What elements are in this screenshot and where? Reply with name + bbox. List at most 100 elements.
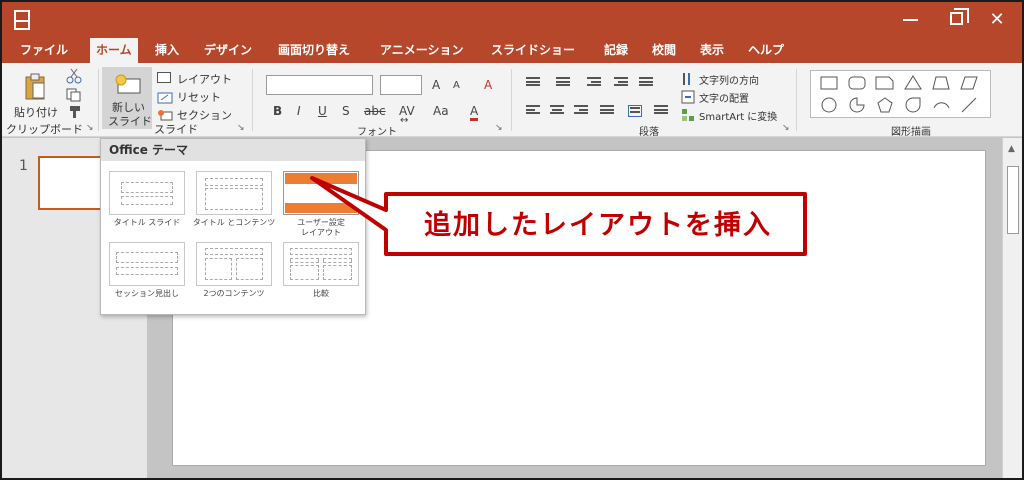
text-direction-icon [681,71,695,90]
slide-number: 1 [19,158,28,174]
font-color-button[interactable]: A [470,104,479,121]
convert-smartart-button[interactable]: SmartArt に変換 [699,108,777,123]
layout-section-header[interactable] [109,242,185,286]
callout-text: 追加したレイアウトを挿入 [424,210,772,241]
vertical-scrollbar[interactable]: ▲ [1002,138,1022,478]
divider [252,69,253,131]
align-left-icon[interactable] [526,105,540,117]
increase-indent-icon[interactable] [614,77,628,89]
new-slide-icon [115,74,141,94]
dropdown-header: Office テーマ [101,139,365,161]
align-text-icon [681,89,695,108]
slides-group-label: スライド [154,123,198,136]
columns-icon[interactable] [628,105,642,117]
scroll-thumb[interactable] [1007,166,1019,234]
bold-button[interactable]: B [273,104,282,118]
layout-name: 2つのコンテンツ [203,289,265,298]
indent-markers-icon[interactable] [654,105,668,117]
tab-review[interactable]: 校閲 [652,38,676,63]
shapes-gallery[interactable] [810,70,1008,118]
grow-font-button[interactable]: A [432,78,440,92]
scroll-up-icon[interactable]: ▲ [1008,144,1015,154]
layout-button[interactable]: レイアウト [177,71,232,87]
layout-two-content[interactable] [196,242,272,286]
divider [796,69,797,131]
shapes-gallery-icons [820,75,978,113]
line-spacing-icon[interactable] [639,77,653,89]
restore-button[interactable] [942,8,972,32]
layout-name: セッション見出し [115,289,179,298]
tab-home[interactable]: ホーム [90,38,138,63]
layout-name: タイトル とコンテンツ [192,218,276,227]
slides-icon [14,10,30,30]
align-center-icon[interactable] [550,105,564,117]
change-case-button[interactable]: Aa [433,104,449,118]
cut-button[interactable] [66,68,82,88]
new-slide-button[interactable]: 新しい スライド [102,67,152,129]
copy-icon [66,88,81,102]
slides-launcher-icon[interactable]: ↘ [237,123,245,133]
minimize-button[interactable] [895,8,925,32]
format-painter-icon [70,106,80,118]
reset-button[interactable]: リセット [177,89,221,105]
numbering-icon[interactable] [556,77,570,89]
paragraph-group-label: 段落 [639,127,659,138]
close-icon: ✕ [989,9,1005,30]
tab-slideshow[interactable]: スライドショー [491,38,575,63]
divider [511,69,512,131]
text-direction-button[interactable]: 文字列の方向 [699,72,759,87]
strikethrough-button[interactable]: abc [364,104,386,118]
title-bar: ✕ [2,2,1022,38]
layout-dropdown: Office テーマ タイトル スライド タイトル とコンテンツ ユーザー設定 … [100,138,366,315]
font-size-combo[interactable] [380,75,422,95]
new-slide-label-2: スライド [108,115,152,128]
shadow-button[interactable]: S [342,104,350,118]
drawing-group-label: 図形描画 [891,127,931,138]
layout-name: ユーザー設定 [297,218,345,227]
bullets-icon[interactable] [526,77,540,89]
paste-label: 貼り付け [14,106,58,119]
font-name-combo[interactable] [266,75,373,95]
clipboard-group-label: クリップボード [6,123,83,136]
layout-title-content[interactable] [196,171,272,215]
tab-animations[interactable]: アニメーション [380,38,464,63]
tab-help[interactable]: ヘルプ [748,38,784,63]
italic-button[interactable]: I [297,104,301,118]
align-text-button[interactable]: 文字の配置 [699,90,749,105]
paste-button[interactable] [24,73,46,101]
layout-title-slide[interactable] [109,171,185,215]
justify-icon[interactable] [600,105,614,117]
divider [98,69,99,131]
tab-view[interactable]: 表示 [700,38,724,63]
shapes-scrollbar[interactable] [990,70,1008,118]
smartart-icon [681,107,695,126]
tab-design[interactable]: デザイン [204,38,252,63]
paste-icon [25,73,45,100]
minimize-icon [902,19,918,21]
scissors-icon [66,68,82,84]
ribbon: 貼り付け クリップボード ↘ 新しい スライド レイアウト リセット セクション… [2,63,1022,138]
decrease-indent-icon[interactable] [587,77,601,89]
layout-custom[interactable] [283,171,359,215]
tab-transitions[interactable]: 画面切り替え [278,38,350,63]
font-group-label: フォント [357,127,397,138]
tab-file[interactable]: ファイル [20,38,68,63]
layout-name-line2: レイアウト [301,228,341,237]
layout-name: タイトル スライド [113,218,181,227]
app-window: ✕ ファイル ホーム 挿入 デザイン 画面切り替え アニメーション スライドショ… [2,2,1022,478]
clear-format-button[interactable]: A [484,78,492,92]
paragraph-launcher-icon[interactable]: ↘ [782,123,790,133]
clipboard-launcher-icon[interactable]: ↘ [86,123,94,133]
spacing-arrow-icon: ↔ [400,115,409,126]
tab-record[interactable]: 記録 [604,38,628,63]
layout-icon [157,72,171,83]
close-button[interactable]: ✕ [982,8,1012,32]
font-launcher-icon[interactable]: ↘ [495,123,503,133]
shrink-font-button[interactable]: A [453,80,460,91]
align-right-icon[interactable] [574,105,588,117]
restore-icon [950,8,969,25]
tab-insert[interactable]: 挿入 [155,38,179,63]
layout-name: 比較 [313,289,329,298]
underline-button[interactable]: U [318,104,327,118]
layout-comparison[interactable] [283,242,359,286]
